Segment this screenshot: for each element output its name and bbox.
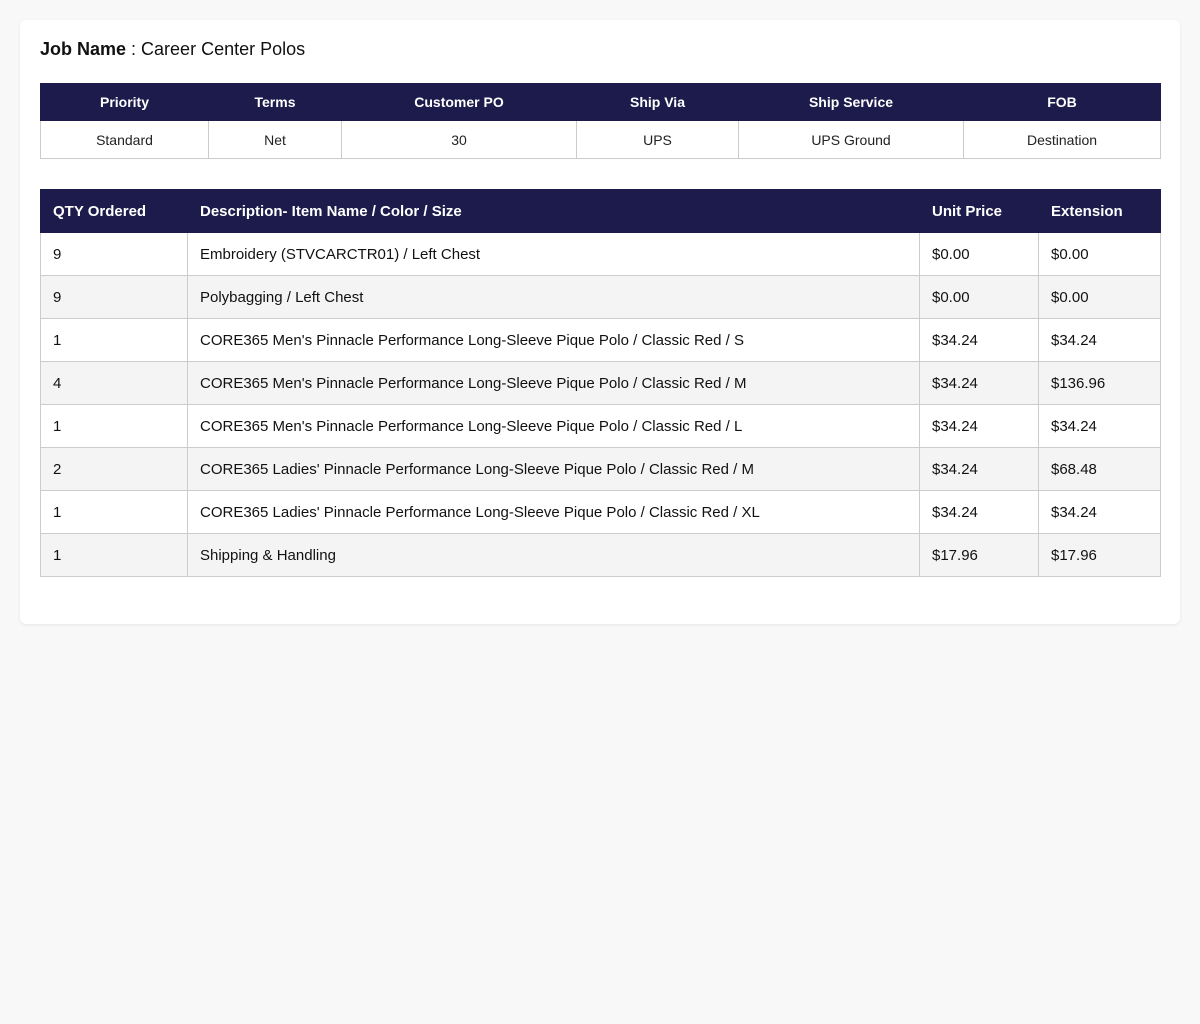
row-qty: 2: [40, 447, 188, 491]
table-row: 1 CORE365 Men's Pinnacle Performance Lon…: [40, 404, 1161, 448]
row-unit-price: $34.24: [919, 404, 1039, 448]
row-qty: 1: [40, 533, 188, 577]
row-extension: $0.00: [1038, 275, 1161, 319]
row-unit-price: $34.24: [919, 361, 1039, 405]
items-header-description: Description- Item Name / Color / Size: [187, 189, 920, 233]
meta-value-terms: Net: [208, 120, 342, 159]
row-unit-price: $34.24: [919, 318, 1039, 362]
row-extension: $136.96: [1038, 361, 1161, 405]
row-unit-price: $17.96: [919, 533, 1039, 577]
row-unit-price: $0.00: [919, 275, 1039, 319]
items-header-row: QTY Ordered Description- Item Name / Col…: [40, 189, 1161, 233]
row-extension: $34.24: [1038, 404, 1161, 448]
meta-value-priority: Standard: [40, 120, 209, 159]
meta-value-ship-via: UPS: [576, 120, 739, 159]
row-description: CORE365 Men's Pinnacle Performance Long-…: [187, 404, 920, 448]
row-qty: 9: [40, 275, 188, 319]
order-card: Job Name : Career Center Polos Priority …: [20, 20, 1180, 624]
row-description: CORE365 Ladies' Pinnacle Performance Lon…: [187, 490, 920, 534]
job-name-separator: :: [126, 39, 142, 59]
row-unit-price: $34.24: [919, 490, 1039, 534]
row-description: Shipping & Handling: [187, 533, 920, 577]
job-name-value: Career Center Polos: [141, 39, 306, 59]
meta-header-terms: Terms: [208, 83, 342, 121]
row-qty: 1: [40, 318, 188, 362]
row-extension: $34.24: [1038, 318, 1161, 362]
table-row: 9 Embroidery (STVCARCTR01) / Left Chest …: [40, 232, 1161, 276]
meta-value-customer-po: 30: [341, 120, 577, 159]
row-extension: $68.48: [1038, 447, 1161, 491]
meta-header-row: Priority Terms Customer PO Ship Via Ship…: [40, 83, 1161, 121]
row-qty: 4: [40, 361, 188, 405]
meta-header-ship-service: Ship Service: [738, 83, 964, 121]
table-row: 1 CORE365 Ladies' Pinnacle Performance L…: [40, 490, 1161, 534]
items-header-extension: Extension: [1038, 189, 1161, 233]
row-description: Embroidery (STVCARCTR01) / Left Chest: [187, 232, 920, 276]
table-row: 1 CORE365 Men's Pinnacle Performance Lon…: [40, 318, 1161, 362]
row-extension: $17.96: [1038, 533, 1161, 577]
row-description: Polybagging / Left Chest: [187, 275, 920, 319]
meta-header-fob: FOB: [963, 83, 1161, 121]
items-header-unit-price: Unit Price: [919, 189, 1039, 233]
row-extension: $0.00: [1038, 232, 1161, 276]
order-meta-table: Priority Terms Customer PO Ship Via Ship…: [40, 83, 1161, 159]
meta-header-ship-via: Ship Via: [576, 83, 739, 121]
row-qty: 9: [40, 232, 188, 276]
row-extension: $34.24: [1038, 490, 1161, 534]
row-unit-price: $0.00: [919, 232, 1039, 276]
meta-value-row: Standard Net 30 UPS UPS Ground Destinati…: [40, 120, 1161, 159]
line-items-table: QTY Ordered Description- Item Name / Col…: [40, 189, 1161, 577]
meta-header-priority: Priority: [40, 83, 209, 121]
table-row: 1 Shipping & Handling $17.96 $17.96: [40, 533, 1161, 577]
meta-value-ship-service: UPS Ground: [738, 120, 964, 159]
row-qty: 1: [40, 490, 188, 534]
row-description: CORE365 Men's Pinnacle Performance Long-…: [187, 361, 920, 405]
meta-value-fob: Destination: [963, 120, 1161, 159]
row-description: CORE365 Men's Pinnacle Performance Long-…: [187, 318, 920, 362]
job-name-label: Job Name: [40, 39, 127, 59]
row-qty: 1: [40, 404, 188, 448]
table-row: 4 CORE365 Men's Pinnacle Performance Lon…: [40, 361, 1161, 405]
row-description: CORE365 Ladies' Pinnacle Performance Lon…: [187, 447, 920, 491]
job-name-line: Job Name : Career Center Polos: [40, 38, 1160, 60]
table-row: 2 CORE365 Ladies' Pinnacle Performance L…: [40, 447, 1161, 491]
row-unit-price: $34.24: [919, 447, 1039, 491]
meta-header-customer-po: Customer PO: [341, 83, 577, 121]
items-header-qty: QTY Ordered: [40, 189, 188, 233]
table-row: 9 Polybagging / Left Chest $0.00 $0.00: [40, 275, 1161, 319]
